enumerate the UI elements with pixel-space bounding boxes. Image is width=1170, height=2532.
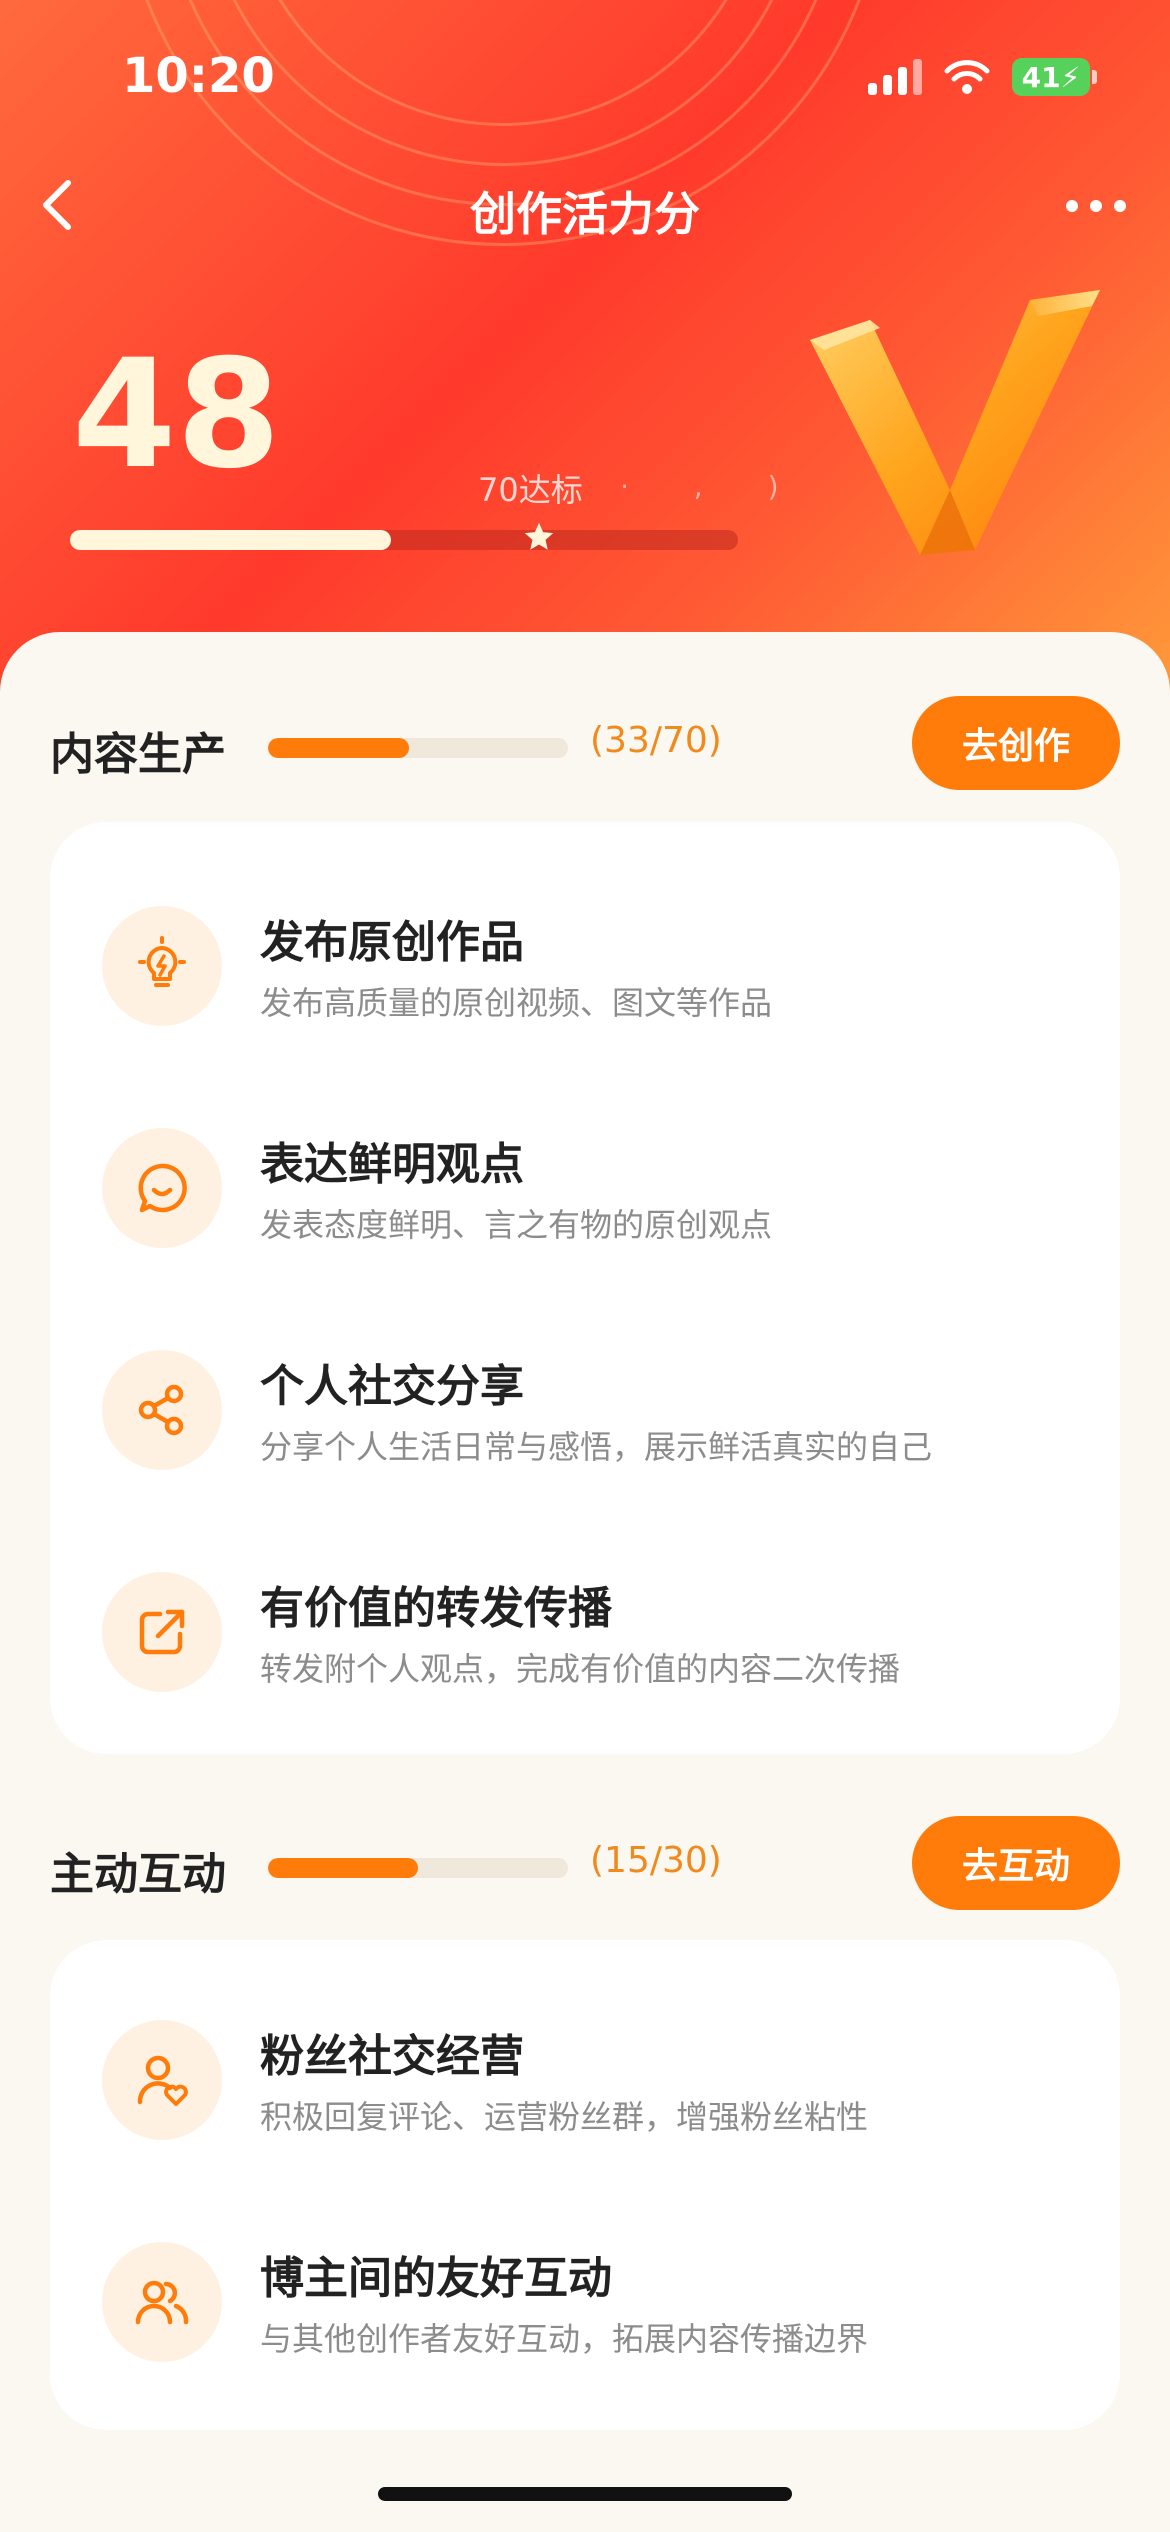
item-title: 表达鲜明观点	[260, 1139, 524, 1190]
status-icons: 41 ⚡	[868, 58, 1097, 96]
user-heart-icon	[102, 2020, 222, 2140]
section-progress-text: (33/70)	[590, 720, 722, 761]
status-time: 10:20	[122, 48, 275, 104]
list-item-express-opinion[interactable]: 表达鲜明观点 发表态度鲜明、言之有物的原创观点	[50, 1088, 1120, 1278]
wifi-icon	[944, 60, 990, 94]
section-title: 内容生产	[50, 729, 226, 780]
lightbulb-icon	[102, 906, 222, 1026]
score-progress-bar	[70, 530, 738, 550]
battery-level: 41	[1021, 60, 1061, 94]
item-title: 个人社交分享	[260, 1361, 524, 1412]
list-item-blogger-interaction[interactable]: 博主间的友好互动 与其他创作者友好互动，拓展内容传播边界	[50, 2202, 1120, 2392]
item-title: 发布原创作品	[260, 917, 524, 968]
more-icon[interactable]	[1066, 186, 1126, 226]
score-progress-fill	[70, 530, 391, 550]
section-content-production: 内容生产 (33/70) 去创作	[50, 696, 1120, 792]
list-item-publish-original[interactable]: 发布原创作品 发布高质量的原创视频、图文等作品	[50, 866, 1120, 1056]
item-desc: 分享个人生活日常与感悟，展示鲜活真实的自己	[260, 1428, 933, 1466]
forward-icon	[102, 1572, 222, 1692]
section-progress-bar	[268, 1858, 568, 1878]
section-active-interaction: 主动互动 (15/30) 去互动	[50, 1816, 1120, 1912]
list-item-social-share[interactable]: 个人社交分享 分享个人生活日常与感悟，展示鲜活真实的自己	[50, 1310, 1120, 1500]
section-progress-text: (15/30)	[590, 1840, 722, 1881]
users-icon	[102, 2242, 222, 2362]
target-label: 70达标	[478, 471, 583, 509]
section-title: 主动互动	[50, 1849, 226, 1900]
go-interact-button[interactable]: 去互动	[912, 1816, 1120, 1910]
section-progress-bar	[268, 738, 568, 758]
section-progress-fill	[268, 738, 409, 758]
star-icon	[524, 522, 554, 550]
item-desc: 与其他创作者友好互动，拓展内容传播边界	[260, 2320, 869, 2358]
home-indicator[interactable]	[378, 2487, 792, 2501]
item-title: 粉丝社交经营	[260, 2031, 524, 2082]
go-create-button[interactable]: 去创作	[912, 696, 1120, 790]
task-card: 粉丝社交经营 积极回复评论、运营粉丝群，增强粉丝粘性 博主间的友好互动 与其他创…	[50, 1940, 1120, 2430]
item-desc: 积极回复评论、运营粉丝群，增强粉丝粘性	[260, 2098, 869, 2136]
chat-smile-icon	[102, 1128, 222, 1248]
task-card: 发布原创作品 发布高质量的原创视频、图文等作品 表达鲜明观点 发表态度鲜明、言之…	[50, 822, 1120, 1754]
section-progress-fill	[268, 1858, 418, 1878]
battery-icon: 41 ⚡	[1012, 58, 1097, 96]
item-desc: 发表态度鲜明、言之有物的原创观点	[260, 1206, 773, 1244]
item-desc: 发布高质量的原创视频、图文等作品	[260, 984, 773, 1022]
item-title: 博主间的友好互动	[260, 2253, 612, 2304]
signal-icon	[868, 59, 922, 95]
list-item-fan-management[interactable]: 粉丝社交经营 积极回复评论、运营粉丝群，增强粉丝粘性	[50, 1980, 1120, 2170]
page-title: 创作活力分	[470, 187, 700, 241]
share-icon	[102, 1350, 222, 1470]
score-value: 48	[72, 328, 281, 502]
hero-banner: 10:20 41 ⚡ 创作活力分 48 70达标 · , )	[0, 0, 1170, 700]
v-logo-icon	[810, 290, 1100, 555]
list-item-valuable-forward[interactable]: 有价值的转发传播 转发附个人观点，完成有价值的内容二次传播	[50, 1532, 1120, 1722]
item-title: 有价值的转发传播	[260, 1583, 612, 1634]
target-dots: · , )	[620, 470, 807, 503]
item-desc: 转发附个人观点，完成有价值的内容二次传播	[260, 1650, 901, 1688]
